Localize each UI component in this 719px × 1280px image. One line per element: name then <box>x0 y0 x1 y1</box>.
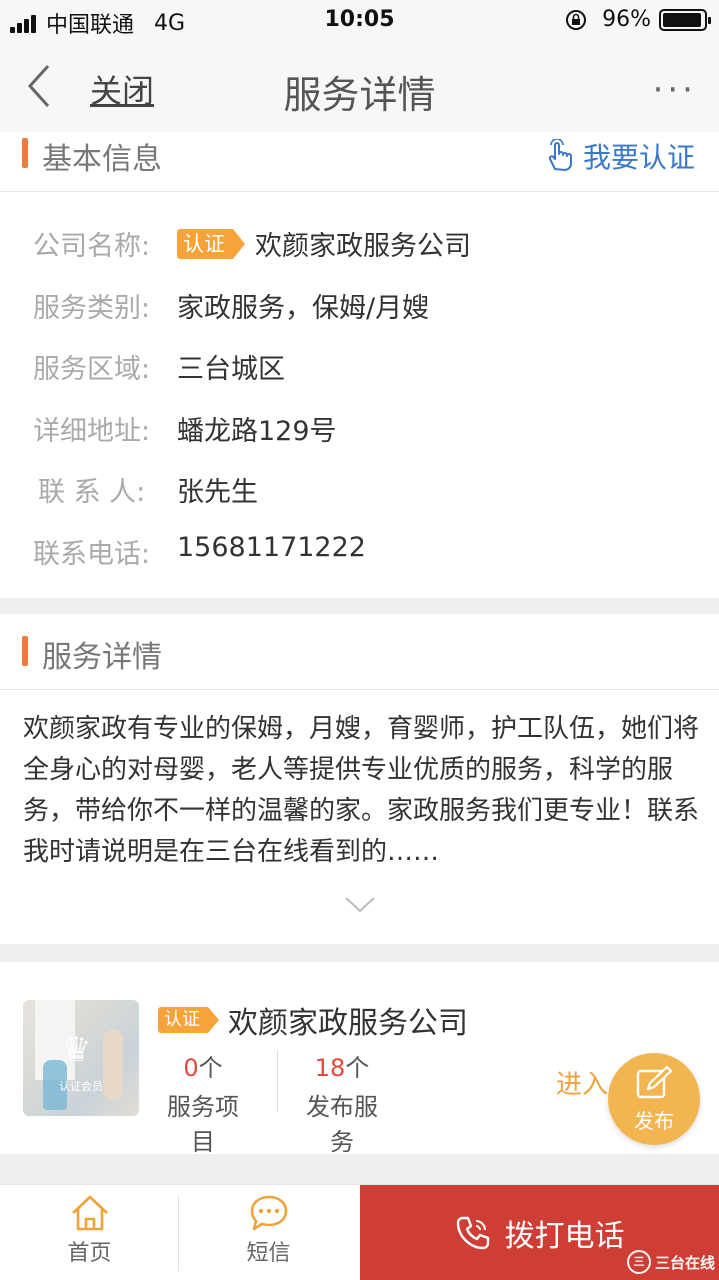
info-value: 三台城区 <box>177 354 285 385</box>
info-row-address: 详细地址: 蟠龙路129号 <box>0 409 719 449</box>
call-label: 拨打电话 <box>504 1219 625 1254</box>
crown-icon: ♛ <box>61 1030 92 1070</box>
stat-count: 18 <box>314 1054 346 1082</box>
home-icon <box>71 1195 108 1231</box>
status-bar: 中国联通 4G 10:05 96% <box>0 0 719 40</box>
battery-percent: 96% <box>602 7 651 32</box>
info-row-phone: 联系电话: 15681171222 <box>0 532 719 572</box>
stat-divider <box>277 1050 278 1112</box>
service-detail-section: 服务详情 欢颜家政有专业的保姆，月嫂，育婴师，护工队伍，她们将全身心的对母婴，老… <box>0 614 719 944</box>
more-menu-button[interactable]: ··· <box>653 70 697 110</box>
tab-sms[interactable]: 短信 <box>179 1185 358 1280</box>
section-accent-bar <box>22 138 28 168</box>
info-value: 蟠龙路129号 <box>177 416 337 447</box>
stat-unit: 个 <box>345 1054 370 1082</box>
info-label: 联 系 人: <box>38 477 146 508</box>
verified-badge: 认证 <box>158 1007 219 1033</box>
watermark-text: 三台在线 <box>654 1253 715 1272</box>
info-value: 家政服务，保姆/月嫂 <box>177 293 430 324</box>
service-description: 欢颜家政有专业的保姆，月嫂，育婴师，护工队伍，她们将全身心的对母婴，老人等提供专… <box>23 714 700 867</box>
stat-service-items: 0个 服务项目 <box>157 1048 249 1157</box>
expand-chevron-icon[interactable] <box>344 896 376 914</box>
company-name-value: 欢颜家政服务公司 <box>255 231 471 262</box>
bottom-tab-bar: 首页 短信 拨打电话 三 三台在线 <box>0 1184 719 1280</box>
info-value: 认证 欢颜家政服务公司 <box>177 224 471 263</box>
gap-strip <box>0 1170 719 1184</box>
stat-published: 18个 发布服务 <box>296 1048 388 1157</box>
tab-home[interactable]: 首页 <box>0 1185 179 1280</box>
basic-info-section: 基本信息 我要认证 公司名称: 认证 欢颜家政服务公司 服务类别: 家政服务，保… <box>0 132 719 598</box>
info-label: 公司名称: <box>33 231 151 262</box>
publish-label: 发布 <box>634 1109 674 1133</box>
rotation-lock-icon <box>566 9 587 30</box>
basic-info-header: 基本信息 我要认证 <box>0 132 719 192</box>
enter-shop-link[interactable]: 进入 <box>556 1064 608 1101</box>
close-link[interactable]: 关闭 <box>90 66 154 112</box>
edit-icon <box>636 1065 673 1099</box>
info-row-category: 服务类别: 家政服务，保姆/月嫂 <box>0 286 719 326</box>
stat-unit: 个 <box>198 1054 223 1082</box>
basic-info-title: 基本信息 <box>42 142 162 177</box>
chat-bubble-icon <box>250 1195 287 1231</box>
tab-home-label: 首页 <box>67 1241 112 1266</box>
back-chevron-icon[interactable] <box>22 62 58 110</box>
info-label: 服务类别: <box>33 293 151 324</box>
tab-sms-label: 短信 <box>246 1241 291 1266</box>
stat-label: 服务项目 <box>167 1093 239 1156</box>
publish-fab[interactable]: 发布 <box>608 1053 700 1145</box>
info-label: 服务区域: <box>33 354 151 385</box>
phone-value[interactable]: 15681171222 <box>177 532 366 563</box>
verify-label: 我要认证 <box>582 141 695 174</box>
service-detail-header: 服务详情 <box>0 614 719 690</box>
tap-hand-icon <box>548 139 572 171</box>
info-value: 张先生 <box>177 477 258 508</box>
nav-bar: 关闭 服务详情 ··· <box>0 40 719 132</box>
battery-icon <box>659 8 711 31</box>
company-card-name: 欢颜家政服务公司 <box>228 1006 468 1041</box>
verify-button[interactable]: 我要认证 <box>545 136 695 176</box>
info-row-contact: 联 系 人: 张先生 <box>0 470 719 510</box>
thumb-caption: 认证会员 <box>59 1080 103 1093</box>
watermark-logo-icon: 三 <box>626 1250 651 1274</box>
info-row-company: 公司名称: 认证 欢颜家政服务公司 <box>0 224 719 264</box>
verified-badge: 认证 <box>177 228 245 259</box>
stat-count: 0 <box>183 1054 199 1082</box>
service-detail-title: 服务详情 <box>42 640 162 675</box>
info-label: 联系电话: <box>33 539 151 570</box>
watermark: 三 三台在线 <box>626 1250 715 1274</box>
section-accent-bar <box>22 636 28 666</box>
status-right: 96% <box>564 7 711 32</box>
stat-label: 发布服务 <box>306 1093 378 1156</box>
phone-icon <box>456 1216 489 1250</box>
company-card-title: 认证 欢颜家政服务公司 <box>158 998 468 1042</box>
info-row-area: 服务区域: 三台城区 <box>0 347 719 387</box>
info-label: 详细地址: <box>33 416 151 447</box>
company-thumbnail: ♛ 认证会员 <box>23 1000 139 1116</box>
